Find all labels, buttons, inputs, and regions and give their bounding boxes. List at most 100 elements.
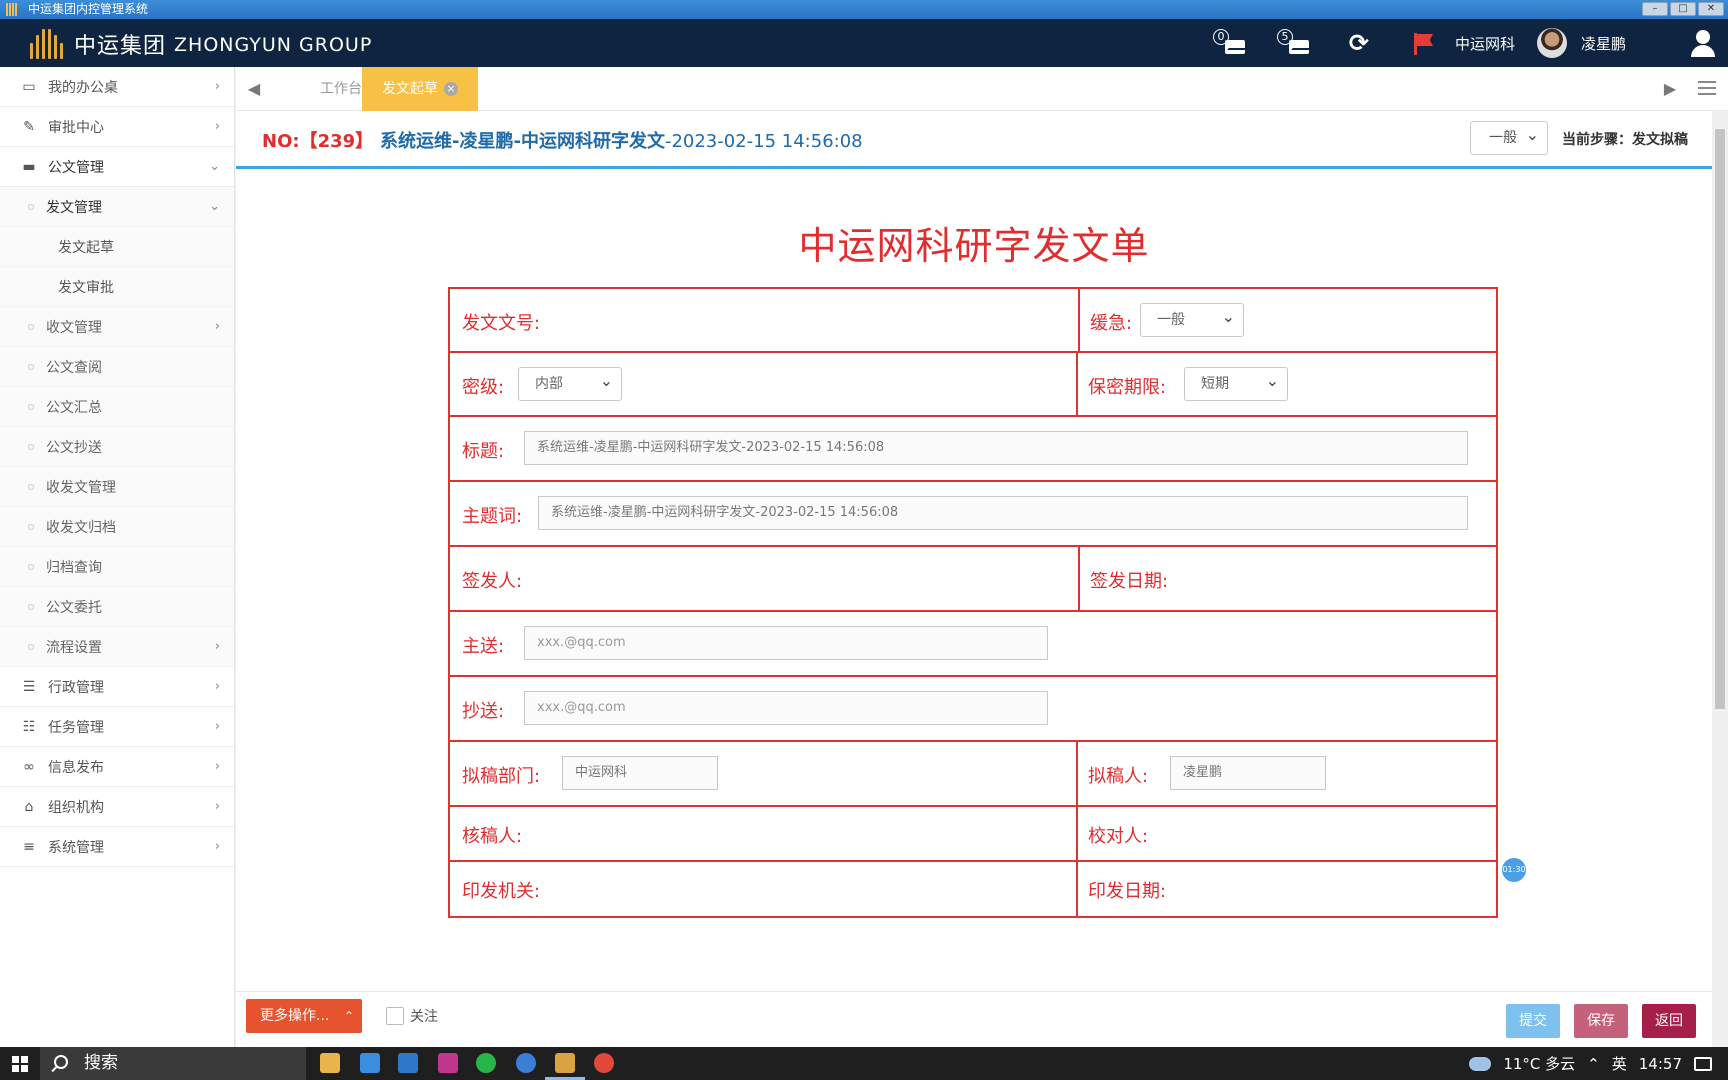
tab-scroll-right-icon[interactable]: ▶ xyxy=(1652,67,1688,111)
sidebar-item-org[interactable]: ⌂ 组织机构 › xyxy=(0,787,234,827)
to-input[interactable]: xxx.@qq.com xyxy=(524,626,1048,660)
sidebar-item-info-publish[interactable]: ∞ 信息发布 › xyxy=(0,747,234,787)
wechat-icon[interactable] xyxy=(476,1053,496,1073)
ide-app-icon[interactable] xyxy=(438,1053,458,1073)
maximize-button[interactable]: □ xyxy=(1670,2,1696,16)
subject-input[interactable]: 系统运维-凌星鹏-中运网科研字发文-2023-02-15 14:56:08 xyxy=(524,431,1468,465)
sidebar-item-send-receive-mgmt[interactable]: 收发文管理 xyxy=(0,467,234,507)
sidebar-item-admin[interactable]: ☰ 行政管理 › xyxy=(0,667,234,707)
sidebar-item-label: 公文抄送 xyxy=(46,439,102,456)
minimize-button[interactable]: – xyxy=(1642,2,1668,16)
sidebar-item-doc-summary[interactable]: 公文汇总 xyxy=(0,387,234,427)
user-name[interactable]: 凌星鹏 xyxy=(1581,33,1626,54)
submit-button[interactable]: 提交 xyxy=(1506,1004,1560,1038)
sidebar-item-doc-cc[interactable]: 公文抄送 xyxy=(0,427,234,467)
sidebar-item-label: 组织机构 xyxy=(48,799,104,816)
sidebar-item-doc-lookup[interactable]: 公文查阅 xyxy=(0,347,234,387)
caret-up-icon: ⌃ xyxy=(343,1009,354,1023)
current-step: 当前步骤：发文拟稿 xyxy=(1562,132,1688,148)
chevron-right-icon: › xyxy=(214,799,220,814)
form-row-to: 主送: xxx.@qq.com xyxy=(450,612,1496,677)
secret-level-label: 密级: xyxy=(462,377,505,398)
secret-level-select[interactable]: 内部 xyxy=(518,365,622,401)
window-title-bar: 中运集团内控管理系统 – □ ✕ xyxy=(0,0,1728,19)
bottom-action-bar: 更多操作... ⌃ 关注 提交 保存 返回 xyxy=(236,991,1712,1047)
checkbox-box[interactable] xyxy=(386,1007,404,1025)
tab-menu-icon[interactable] xyxy=(1698,81,1716,95)
brand-name-en: ZHONGYUN GROUP xyxy=(174,33,373,56)
sidebar-item-label: 流程设置 xyxy=(46,639,102,656)
keyword-label: 主题词: xyxy=(462,506,523,527)
scrollbar-thumb[interactable] xyxy=(1715,129,1725,709)
calendar-app-icon[interactable] xyxy=(360,1053,380,1073)
search-label: 搜索 xyxy=(84,1053,118,1073)
chrome-icon[interactable] xyxy=(594,1053,614,1073)
timer-badge[interactable]: 01:30 xyxy=(1502,858,1526,882)
tab-scroll-left-icon[interactable]: ◀ xyxy=(236,67,272,111)
urgency-select[interactable]: 一般 xyxy=(1470,119,1548,155)
flag-icon[interactable] xyxy=(1405,25,1441,61)
sidebar-item-my-desk[interactable]: ▭ 我的办公桌 › xyxy=(0,67,234,107)
page-scrollbar[interactable] xyxy=(1712,111,1728,1051)
sidebar-item-label: 系统管理 xyxy=(48,839,104,856)
mail-app-icon[interactable] xyxy=(398,1053,418,1073)
chevron-right-icon: › xyxy=(214,119,220,134)
org-name[interactable]: 中运网科 xyxy=(1455,33,1515,54)
tasks-icon: ☷ xyxy=(22,718,36,735)
bank-icon: ⌂ xyxy=(24,798,34,815)
chevron-up-icon[interactable]: ⌃ xyxy=(1587,1055,1600,1073)
mail-button[interactable]: 0 xyxy=(1212,25,1249,61)
avatar[interactable] xyxy=(1536,28,1567,58)
sidebar-item-document-mgmt[interactable]: ▬ 公文管理 ⌄ xyxy=(0,147,234,187)
tab-draft[interactable]: 发文起草 × xyxy=(362,67,478,111)
chevron-right-icon: › xyxy=(214,759,220,774)
sidebar-item-label: 行政管理 xyxy=(48,679,104,696)
sidebar-item-system[interactable]: ≡ 系统管理 › xyxy=(0,827,234,867)
sidebar-item-approval[interactable]: ✎ 审批中心 › xyxy=(0,107,234,147)
sidebar-item-send-receive-archive[interactable]: 收发文归档 xyxy=(0,507,234,547)
sidebar-item-outgoing-approval[interactable]: 发文审批 xyxy=(0,267,234,307)
follow-checkbox[interactable]: 关注 xyxy=(386,1006,438,1026)
taskbar-search[interactable]: 搜索 xyxy=(40,1047,306,1080)
sidebar-item-doc-delegate[interactable]: 公文委托 xyxy=(0,587,234,627)
form-row-number: 发文文号: 缓急: 一般 xyxy=(450,289,1496,353)
sidebar-item-draft[interactable]: 发文起草 xyxy=(0,227,234,267)
zhongyun-app-icon[interactable] xyxy=(555,1053,575,1073)
close-window-button[interactable]: ✕ xyxy=(1698,2,1724,16)
file-explorer-icon[interactable] xyxy=(320,1053,340,1073)
browser-app-icon[interactable] xyxy=(516,1053,536,1073)
priority-select[interactable]: 一般 xyxy=(1140,301,1244,337)
brand-logo[interactable]: 中运集团 ZHONGYUN GROUP xyxy=(30,28,372,60)
clock[interactable]: 14:57 xyxy=(1639,1055,1682,1073)
sidebar-item-incoming-mgmt[interactable]: 收文管理 › xyxy=(0,307,234,347)
sidebar-item-outgoing-mgmt[interactable]: 发文管理 ⌄ xyxy=(0,187,234,227)
secret-period-select[interactable]: 短期 xyxy=(1184,365,1288,401)
brand-name-cn: 中运集团 xyxy=(74,34,167,59)
envelope-icon xyxy=(1224,40,1247,54)
desktop-icon: ▭ xyxy=(22,78,36,95)
windows-start-icon[interactable] xyxy=(12,1056,28,1072)
user-icon[interactable] xyxy=(1688,28,1718,58)
keyword-input[interactable]: 系统运维-凌星鹏-中运网科研字发文-2023-02-15 14:56:08 xyxy=(538,496,1468,530)
cc-input[interactable]: xxx.@qq.com xyxy=(524,691,1048,725)
link-icon: ∞ xyxy=(23,758,35,775)
save-button[interactable]: 保存 xyxy=(1574,1004,1628,1038)
chevron-down-icon: ⌄ xyxy=(209,159,220,174)
server-icon: ☰ xyxy=(22,678,36,695)
weather-text[interactable]: 11°C 多云 xyxy=(1503,1053,1575,1074)
drafter-input[interactable]: 凌星鹏 xyxy=(1170,756,1326,790)
notification-icon[interactable] xyxy=(1694,1056,1712,1071)
draft-dept-input[interactable]: 中运网科 xyxy=(562,756,718,790)
app-logo-icon xyxy=(6,3,22,16)
chevron-right-icon: › xyxy=(214,719,220,734)
refresh-icon[interactable]: ⟳ xyxy=(1341,25,1377,61)
sidebar-item-flow-settings[interactable]: 流程设置 › xyxy=(0,627,234,667)
document-title-row: NO:【239】 系统运维-凌星鹏-中运网科研字发文-2023-02-15 14… xyxy=(236,111,1712,169)
sidebar-item-tasks[interactable]: ☷ 任务管理 › xyxy=(0,707,234,747)
todo-button[interactable]: 5 xyxy=(1276,25,1313,61)
more-actions-button[interactable]: 更多操作... ⌃ xyxy=(246,999,362,1033)
close-tab-icon[interactable]: × xyxy=(444,82,458,96)
ime-indicator[interactable]: 英 xyxy=(1612,1053,1627,1074)
back-button[interactable]: 返回 xyxy=(1642,1004,1696,1038)
sidebar-item-archive-query[interactable]: 归档查询 xyxy=(0,547,234,587)
